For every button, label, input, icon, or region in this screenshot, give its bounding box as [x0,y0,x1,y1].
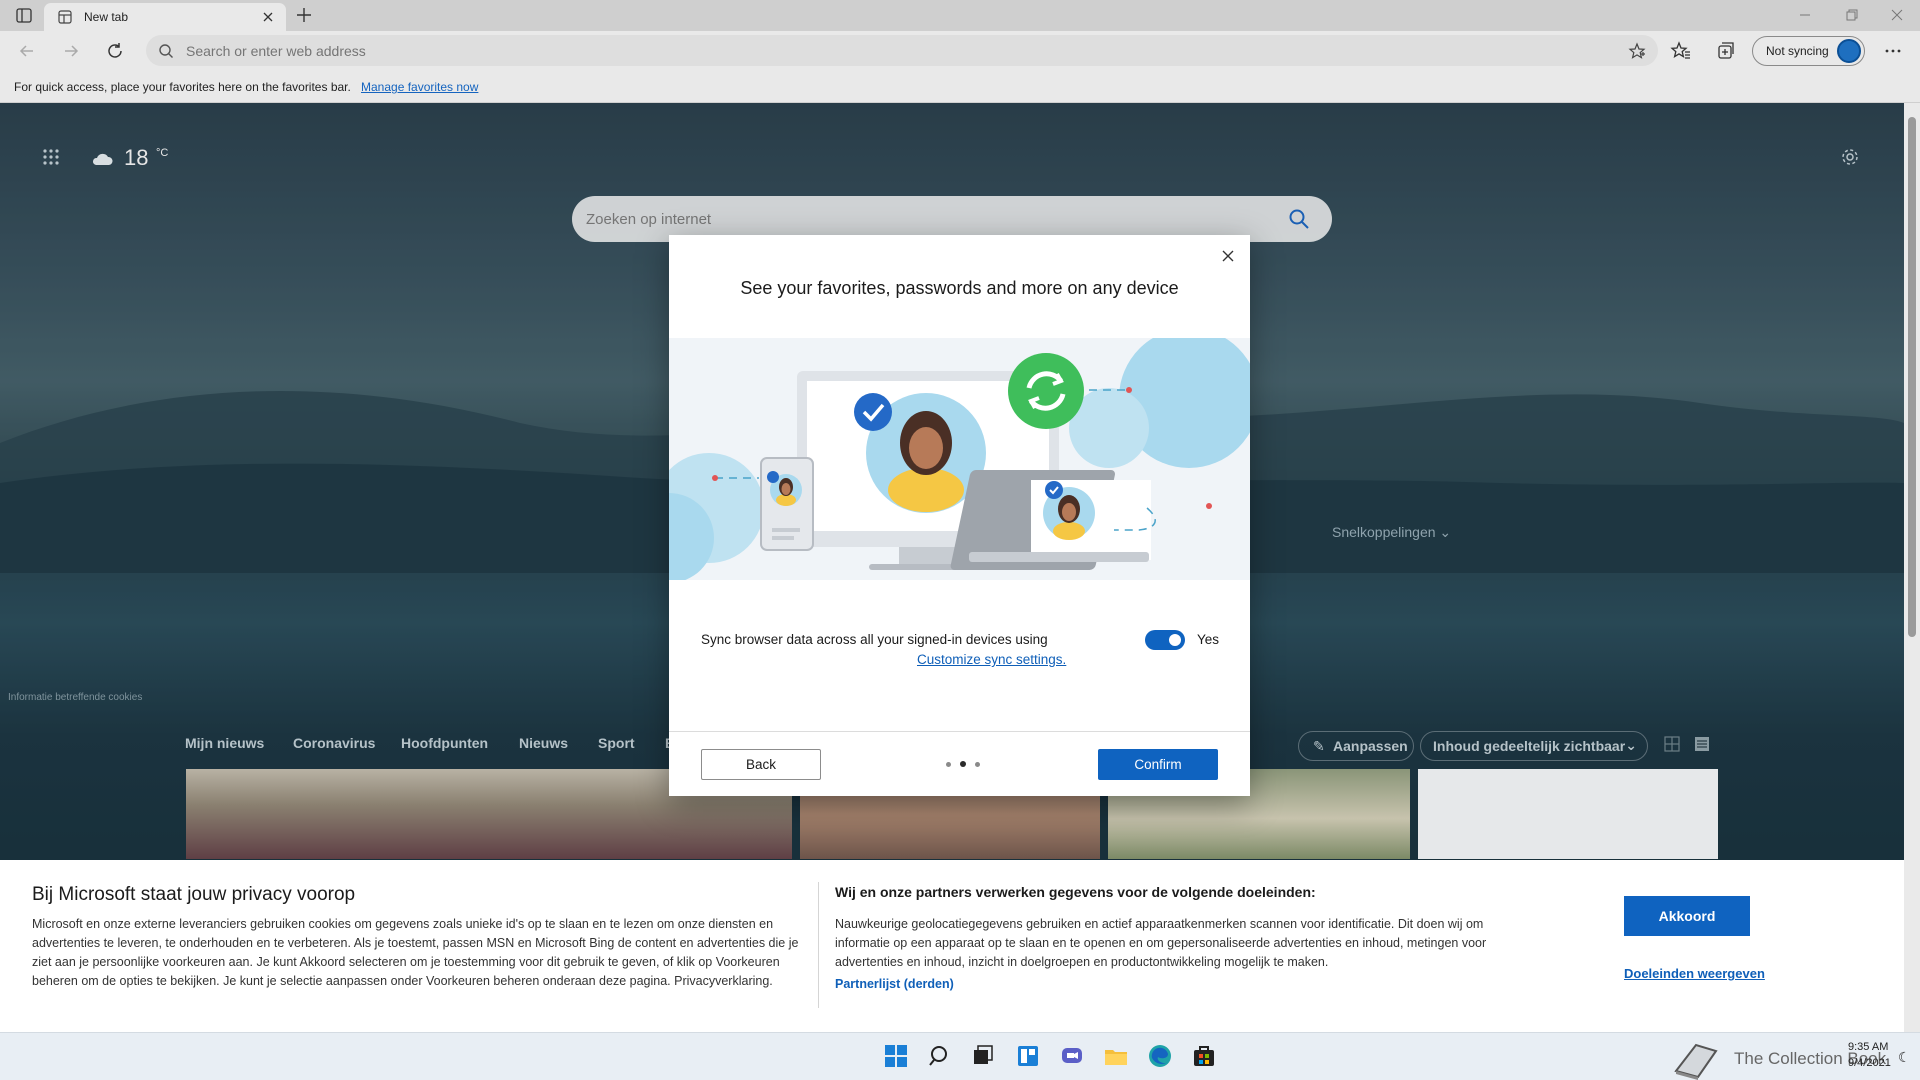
windows-taskbar: The Collection Book 9:35 AM 9/4/2021 ☾ [0,1032,1920,1080]
tab-new-tab[interactable]: New tab [44,3,286,31]
sync-dialog: See your favorites, passwords and more o… [669,235,1250,796]
sync-toggle[interactable] [1145,630,1185,650]
close-tab-icon[interactable] [260,9,276,25]
profile-sync-button[interactable]: Not syncing [1752,36,1865,66]
system-tray: The Collection Book 9:35 AM 9/4/2021 ☾ [1670,1037,1920,1080]
new-tab-plus-icon[interactable] [294,5,314,25]
quick-links-label: Snelkoppelingen [1332,524,1436,540]
weather-unit: °C [156,147,169,159]
store-icon[interactable] [1190,1042,1218,1070]
back-arrow-icon[interactable] [16,40,38,62]
back-button[interactable]: Back [701,749,821,780]
chevron-down-icon: ⌄ [1439,524,1452,540]
news-tab-coronavirus[interactable]: Coronavirus [293,735,375,751]
tab-strip: New tab [0,0,1920,31]
news-card-placeholder[interactable] [1418,769,1718,859]
book-logo-icon [1670,1037,1722,1080]
content-visibility-dropdown[interactable]: Inhoud gedeeltelijk zichtbaar ⌄ [1420,731,1648,761]
favorites-icon[interactable] [1670,40,1692,62]
cookie-info-link[interactable]: Informatie betreffende cookies [8,692,142,703]
quick-links-toggle[interactable]: Snelkoppelingen ⌄ [1332,524,1451,541]
file-explorer-icon[interactable] [1102,1042,1130,1070]
cloud-icon [90,151,114,172]
partner-list-link[interactable]: Partnerlijst (derden) [835,977,954,991]
refresh-icon[interactable] [104,40,126,62]
show-purposes-link[interactable]: Doeleinden weergeven [1624,966,1765,981]
list-layout-icon[interactable] [1694,736,1710,757]
step-dot-current [960,761,966,767]
forward-arrow-icon[interactable] [60,40,82,62]
more-options-icon[interactable] [1882,40,1904,62]
search-icon[interactable] [926,1042,954,1070]
weather-temperature[interactable]: 18 [124,145,148,171]
clock-date[interactable]: 9/4/2021 [1848,1057,1891,1069]
edge-browser-icon[interactable] [1146,1042,1174,1070]
favorites-bar: For quick access, place your favorites h… [0,71,1920,103]
page-icon [58,10,72,29]
step-indicator [946,761,986,770]
privacy-body: Microsoft en onze externe leveranciers g… [32,917,799,988]
chat-icon[interactable] [1058,1042,1086,1070]
widgets-icon[interactable] [1014,1042,1042,1070]
browser-toolbar: Not syncing [0,31,1920,71]
sync-toggle-label: Yes [1197,632,1220,647]
news-tab-sport[interactable]: Sport [598,735,635,751]
tab-title: New tab [84,10,129,24]
step-dot [946,762,951,767]
page-scrollbar[interactable] [1904,103,1920,1032]
customize-label: Aanpassen [1333,738,1408,754]
content-visibility-label: Inhoud gedeeltelijk zichtbaar [1433,738,1626,754]
news-tab-news[interactable]: Nieuws [519,735,568,751]
close-window-icon[interactable] [1888,6,1906,24]
collections-icon[interactable] [1714,40,1736,62]
purposes-title: Wij en onze partners verwerken gegevens … [835,884,1316,900]
dialog-title: See your favorites, passwords and more o… [740,278,1179,298]
address-bar[interactable] [146,35,1658,66]
privacy-divider [818,882,819,1008]
favorites-bar-hint: For quick access, place your favorites h… [14,80,351,94]
sync-description: Sync browser data across all your signed… [701,632,1048,647]
clock-time[interactable]: 9:35 AM [1848,1041,1888,1053]
sync-devices-illustration [669,338,1250,580]
task-view-icon[interactable] [968,1042,996,1070]
pencil-icon: ✎ [1313,738,1325,754]
customize-feed-button[interactable]: ✎ Aanpassen [1298,731,1414,761]
step-dot [975,762,980,767]
purposes-body: Nauwkeurige geolocatiegegevens gebruiken… [835,917,1487,969]
news-tab-headlines[interactable]: Hoofdpunten [401,735,488,751]
restore-icon[interactable] [1842,6,1860,24]
manage-favorites-link[interactable]: Manage favorites now [361,80,478,94]
news-tab-my-news[interactable]: Mijn nieuws [185,735,264,751]
page-settings-gear-icon[interactable] [1840,147,1860,172]
customize-sync-link[interactable]: Customize sync settings. [917,652,1066,667]
toggle-knob [1169,634,1181,646]
scrollbar-thumb[interactable] [1908,117,1916,637]
close-dialog-icon[interactable] [1218,246,1238,266]
minimize-icon[interactable] [1796,6,1814,24]
search-icon [158,43,174,64]
chevron-down-icon: ⌄ [1625,737,1637,753]
privacy-title: Bij Microsoft staat jouw privacy voorop [32,884,356,905]
grid-layout-icon[interactable] [1664,736,1680,757]
profile-avatar-icon [1837,39,1861,63]
search-icon[interactable] [1288,208,1310,235]
confirm-button[interactable]: Confirm [1098,749,1218,780]
dialog-divider [669,731,1250,732]
accept-button[interactable]: Akkoord [1624,896,1750,936]
sync-status-label: Not syncing [1766,44,1829,58]
start-windows-icon[interactable] [882,1042,910,1070]
tab-actions-icon[interactable] [12,6,36,26]
address-input[interactable] [186,35,1566,66]
privacy-consent-banner: Bij Microsoft staat jouw privacy voorop … [0,860,1904,1032]
app-launcher-icon[interactable] [42,148,60,171]
add-favorite-star-icon[interactable] [1628,42,1646,65]
notifications-icon[interactable]: ☾ [1898,1049,1911,1066]
